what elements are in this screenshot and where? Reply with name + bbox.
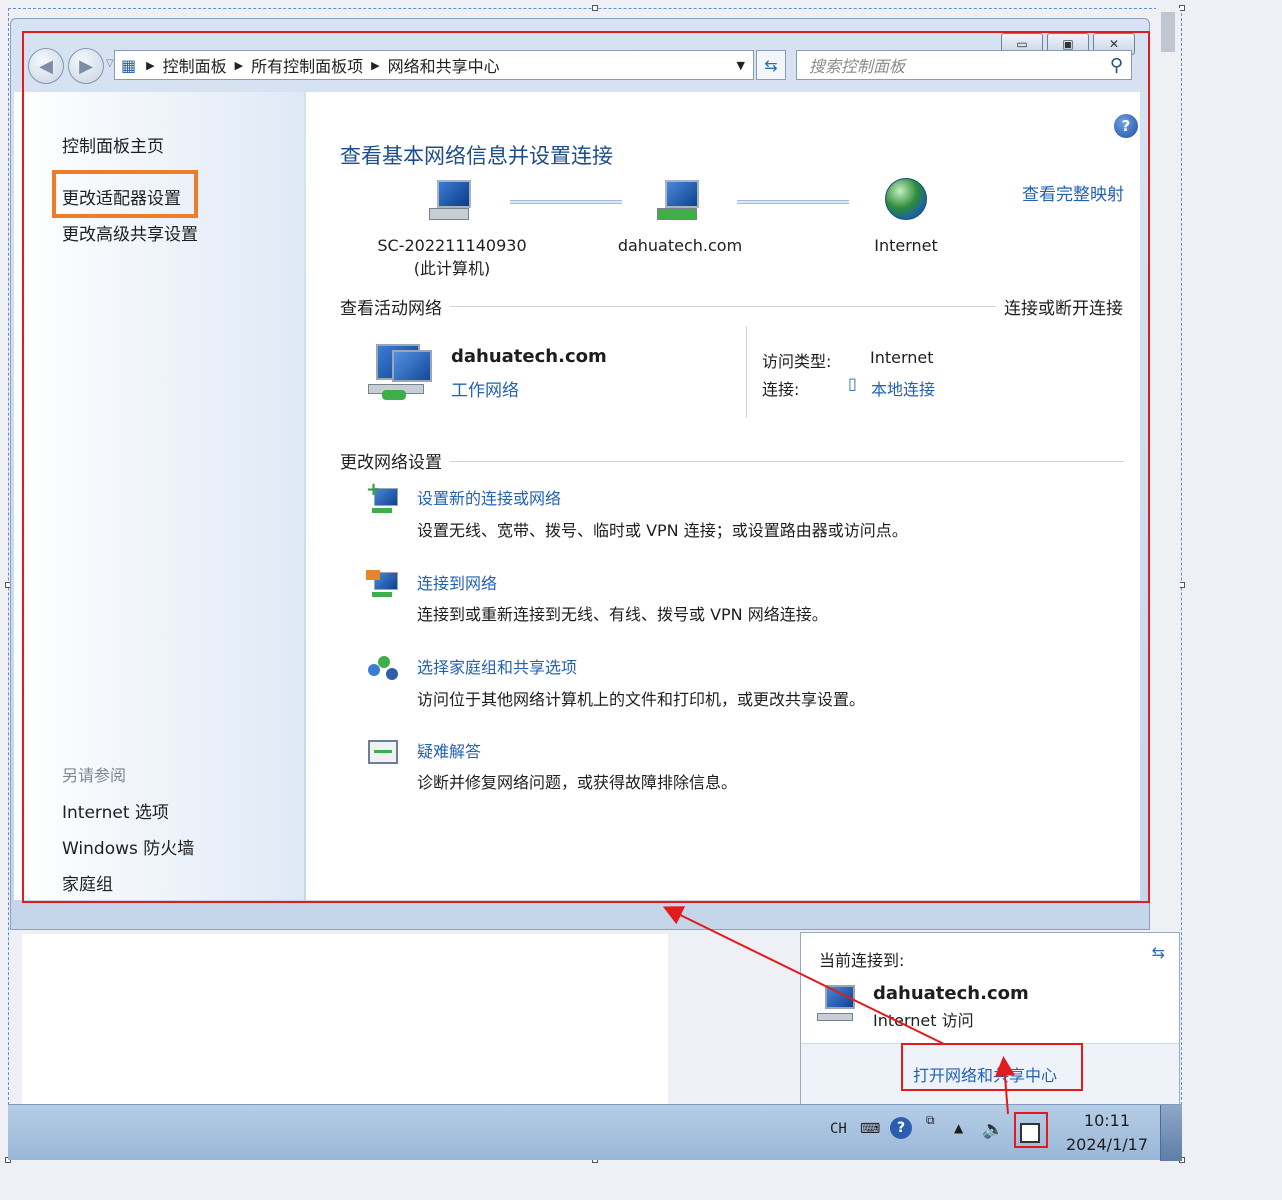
show-desktop-button[interactable] xyxy=(1160,1105,1182,1161)
clock-date: 2024/1/17 xyxy=(1065,1135,1148,1154)
show-hidden-icons[interactable]: ▲ xyxy=(954,1121,963,1135)
popup-access: Internet 访问 xyxy=(873,1011,974,1030)
help-tray-icon[interactable]: ? xyxy=(890,1117,912,1139)
keyboard-icon[interactable]: ⌨ xyxy=(860,1121,880,1137)
tray-windows-icon[interactable]: ⧉ xyxy=(926,1113,935,1128)
popup-refresh-icon[interactable]: ⇆ xyxy=(1152,943,1165,962)
popup-network-name: dahuatech.com xyxy=(873,983,1029,1004)
scrollbar-thumb[interactable] xyxy=(1161,12,1175,52)
clock-time: 10:11 xyxy=(1083,1111,1131,1130)
blank-area xyxy=(22,934,668,1106)
clock[interactable]: 10:11 2024/1/17 xyxy=(1066,1109,1148,1157)
highlight-box-network-tray xyxy=(1014,1112,1048,1148)
language-indicator[interactable]: CH xyxy=(830,1121,847,1137)
resize-handle[interactable] xyxy=(592,5,598,11)
network-icon xyxy=(817,985,861,1025)
taskbar: CH ⌨ ? ⧉ ▲ 🔈 10:11 2024/1/17 xyxy=(8,1104,1182,1161)
highlight-box-window xyxy=(22,31,1150,903)
volume-icon[interactable]: 🔈 xyxy=(982,1119,1004,1140)
highlight-box-open-center xyxy=(901,1043,1083,1091)
current-connection-label: 当前连接到: xyxy=(819,951,905,970)
